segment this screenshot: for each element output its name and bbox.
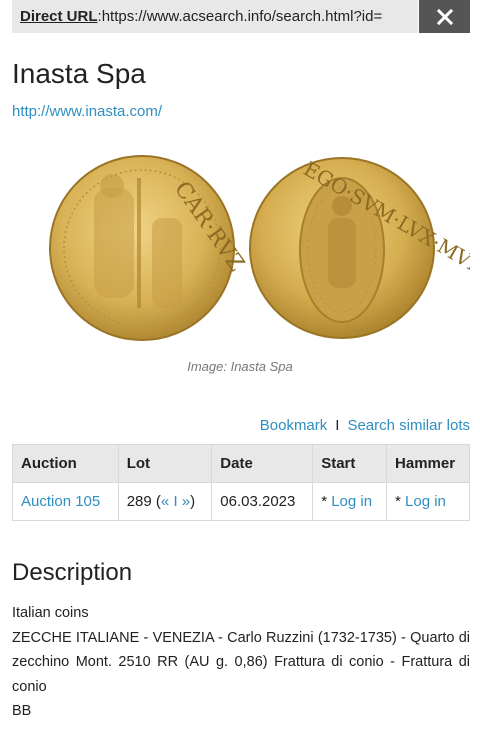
- coin-reverse: EGO·SVM·LVX·MVN: [249, 157, 480, 339]
- direct-url-value[interactable]: https://www.acsearch.info/search.html?id…: [102, 8, 383, 25]
- header-auction: Auction: [12, 444, 119, 483]
- cell-lot: 289 (« I »): [117, 482, 213, 521]
- description-category: Italian coins: [12, 605, 89, 621]
- cell-auction: Auction 105: [12, 482, 119, 521]
- lot-actions: Bookmark I Search similar lots: [260, 417, 470, 434]
- coin-obverse: CAR·RVZ: [49, 155, 249, 341]
- image-caption: Image: Inasta Spa: [187, 359, 293, 374]
- cell-start: * Log in: [312, 482, 388, 521]
- cell-date: 06.03.2023: [211, 482, 314, 521]
- close-icon: [436, 8, 453, 25]
- previous-lot-link[interactable]: «: [161, 493, 169, 510]
- header-lot: Lot: [117, 444, 213, 483]
- actions-separator: I: [335, 417, 340, 434]
- header-hammer: Hammer: [386, 444, 470, 483]
- cell-hammer: * Log in: [386, 482, 470, 521]
- header-date: Date: [211, 444, 314, 483]
- description-body: Italian coins ZECCHE ITALIANE - VENEZIA …: [12, 601, 470, 724]
- bookmark-link[interactable]: Bookmark: [260, 417, 328, 434]
- description-grade: BB: [12, 703, 32, 719]
- direct-url-bar[interactable]: Direct URL: https://www.acsearch.info/se…: [12, 0, 418, 33]
- lot-number: 289: [126, 493, 152, 510]
- start-login-link[interactable]: Log in: [331, 493, 372, 510]
- table-header-row: Auction Lot Date Start Hammer: [12, 444, 470, 483]
- direct-url-label: Direct URL: [20, 8, 98, 25]
- close-button[interactable]: [419, 0, 470, 33]
- next-lot-link[interactable]: »: [182, 493, 190, 510]
- coin-image[interactable]: CAR·RVZ EGO·SVM·LVX·MVN: [12, 148, 480, 348]
- start-prefix: *: [321, 493, 332, 510]
- auction-table: Auction Lot Date Start Hammer Auction 10…: [12, 444, 470, 521]
- description-heading: Description: [12, 559, 133, 586]
- auction-link[interactable]: Auction 105: [21, 493, 100, 510]
- header-start: Start: [312, 444, 388, 483]
- hammer-login-link[interactable]: Log in: [405, 493, 446, 510]
- hammer-prefix: *: [395, 493, 406, 510]
- lot-nav-close: ): [190, 493, 196, 510]
- search-similar-lots-link[interactable]: Search similar lots: [347, 417, 470, 434]
- table-row: Auction 105 289 (« I ») 06.03.2023 * Log…: [12, 482, 470, 521]
- description-text: ZECCHE ITALIANE - VENEZIA - Carlo Ruzzin…: [12, 629, 470, 695]
- page-title: Inasta Spa: [12, 58, 146, 89]
- lot-list-link[interactable]: I: [173, 493, 177, 510]
- auction-house-website-link[interactable]: http://www.inasta.com/: [12, 103, 162, 120]
